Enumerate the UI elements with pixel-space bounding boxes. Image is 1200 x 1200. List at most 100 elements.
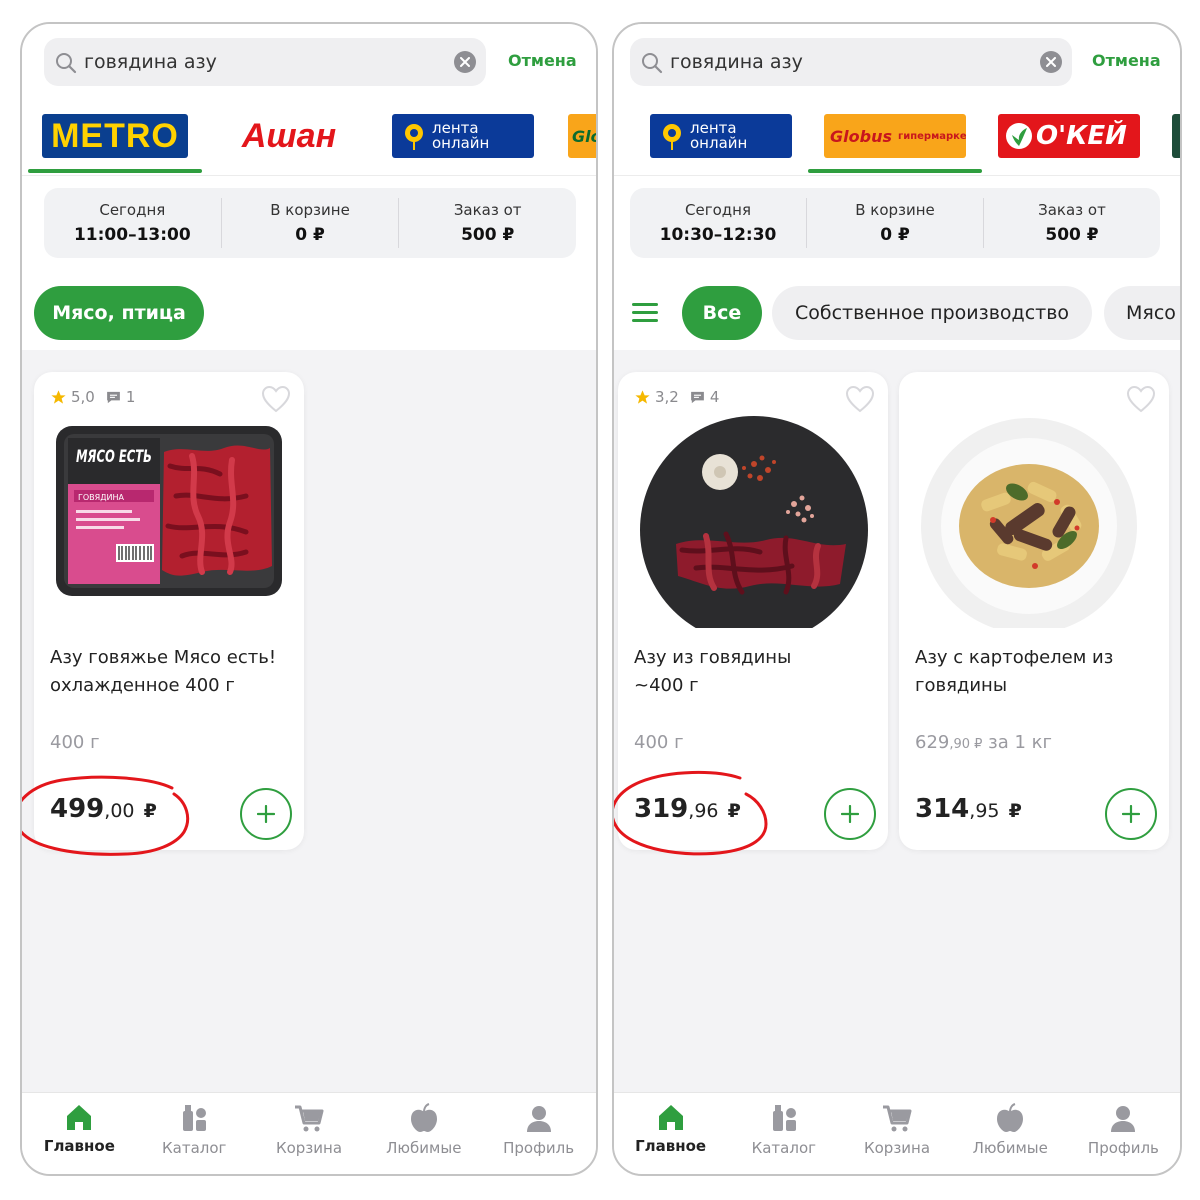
phone-screen-right: говядина азу Отмена лента онлайн Globus … — [612, 22, 1182, 1176]
info-label: Заказ от — [453, 201, 522, 219]
category-chip-meat[interactable]: Мясо, птица — [34, 286, 204, 340]
heart-icon[interactable] — [1125, 384, 1157, 414]
category-chip-all[interactable]: Все — [682, 286, 762, 340]
info-value: 0 ₽ — [295, 225, 325, 245]
delivery-info: Сегодня 10:30–12:30 В корзине 0 ₽ Заказ от… — [630, 188, 1160, 258]
heart-icon[interactable] — [844, 384, 876, 414]
tab-catalog[interactable]: Каталог — [137, 1093, 252, 1174]
product-image-raw-beef — [640, 416, 868, 628]
bottom-tab-bar: Главное Каталог Корзина Любимые Профиль — [614, 1092, 1180, 1174]
pack-line: ГОВЯДИНА — [78, 493, 124, 502]
store-logo-okey[interactable]: О'КЕЙ — [998, 114, 1140, 158]
tab-home[interactable]: Главное — [22, 1093, 137, 1174]
product-name[interactable]: Азу говяжье Мясо есть! охлажденное 400 г — [50, 644, 294, 700]
store-name: METRO — [51, 116, 179, 155]
tab-label: Профиль — [1087, 1139, 1159, 1157]
cart-icon — [294, 1105, 324, 1132]
info-value: 500 ₽ — [1045, 225, 1099, 245]
home-icon — [658, 1105, 683, 1130]
store-logo-globus[interactable]: Globus — [568, 114, 596, 158]
add-to-cart-button[interactable] — [824, 788, 876, 840]
search-input[interactable]: говядина азу — [44, 38, 486, 86]
store-subtitle: гипермаркет — [897, 130, 966, 142]
plus-icon — [257, 805, 275, 823]
info-value: 10:30–12:30 — [659, 225, 777, 245]
unit-price-kopecks: ,90 ₽ — [949, 737, 983, 752]
store-logo-globus[interactable]: Globus гипермаркет — [824, 114, 966, 158]
catalog-icon — [772, 1105, 796, 1131]
product-rating: 5,0 1 — [50, 388, 135, 406]
tab-label: Корзина — [863, 1139, 931, 1157]
info-value: 11:00–13:00 — [73, 225, 191, 245]
clear-search-icon[interactable] — [1040, 51, 1062, 73]
store-logo-lenta[interactable]: лента онлайн — [392, 114, 534, 158]
currency-symbol: ₽ — [143, 800, 157, 822]
info-label: Сегодня — [99, 201, 166, 219]
clear-search-icon[interactable] — [454, 51, 476, 73]
search-icon — [56, 53, 77, 74]
chip-label: Собственное производство — [794, 302, 1070, 324]
store-logo-metro[interactable]: METRO — [42, 114, 188, 158]
product-unit-price: 629,90 ₽ за 1 кг — [915, 732, 1052, 753]
pack-brand: МЯСО ЕСТЬ — [76, 447, 152, 467]
tab-cart[interactable]: Корзина — [252, 1093, 367, 1174]
home-icon — [67, 1105, 92, 1130]
tab-label: Корзина — [275, 1139, 343, 1157]
product-name[interactable]: Азу из говядины ~400 г — [634, 644, 834, 700]
rating-value: 5,0 — [71, 388, 95, 406]
tab-profile[interactable]: Профиль — [481, 1093, 596, 1174]
info-value: 500 ₽ — [461, 225, 515, 245]
store-name: лента онлайн — [690, 119, 748, 152]
tab-catalog[interactable]: Каталог — [727, 1093, 840, 1174]
product-price: 319,96 ₽ — [634, 794, 741, 824]
catalog-icon — [183, 1105, 207, 1131]
header-area: говядина азу Отмена METRO Ашан лента онл… — [22, 24, 596, 350]
product-card[interactable]: Азу с картофелем из говядины 629,90 ₽ за… — [899, 372, 1169, 850]
menu-icon[interactable] — [632, 302, 660, 324]
cancel-button[interactable]: Отмена — [508, 51, 577, 70]
chip-label: Мясо — [1126, 302, 1176, 324]
cart-total: В корзине 0 ₽ — [222, 198, 400, 248]
store-logo-lenta[interactable]: лента онлайн — [650, 114, 792, 158]
phone-screen-left: говядина азу Отмена METRO Ашан лента онл… — [20, 22, 598, 1176]
header-area: говядина азу Отмена лента онлайн Globus … — [614, 24, 1180, 350]
tab-label: Главное — [635, 1137, 707, 1155]
tab-favorites[interactable]: Любимые — [366, 1093, 481, 1174]
product-card[interactable]: 3,2 4 Азу из говядины ~400 г 400 г 319,9… — [618, 372, 888, 850]
add-to-cart-button[interactable] — [240, 788, 292, 840]
tab-label: Каталог — [751, 1139, 817, 1157]
store-name: лента онлайн — [432, 119, 490, 152]
heart-icon[interactable] — [260, 384, 292, 414]
store-logo-auchan[interactable]: Ашан — [230, 114, 348, 158]
product-image-meat-tray: МЯСО ЕСТЬ ГОВЯДИНА — [56, 426, 282, 596]
tab-profile[interactable]: Профиль — [1067, 1093, 1180, 1174]
price-kopecks: ,00 — [104, 800, 135, 822]
info-label: Заказ от — [1038, 201, 1106, 219]
review-count: 1 — [125, 388, 136, 406]
category-chip-own-production[interactable]: Собственное производство — [772, 286, 1092, 340]
comment-icon — [690, 391, 704, 403]
tab-favorites[interactable]: Любимые — [954, 1093, 1067, 1174]
tab-label: Любимые — [972, 1139, 1048, 1157]
category-chip-meat[interactable]: Мясо — [1104, 286, 1180, 340]
currency-symbol: ₽ — [1008, 800, 1022, 822]
store-name: Globus — [572, 126, 596, 146]
apple-icon — [997, 1103, 1024, 1132]
product-card[interactable]: 5,0 1 МЯСО ЕСТЬ ГОВЯДИНА Азу говяжье Мяс… — [34, 372, 304, 850]
info-label: Сегодня — [685, 201, 751, 219]
store-name: Ашан — [241, 116, 337, 155]
leaf-icon — [1006, 123, 1032, 149]
cart-icon — [883, 1105, 912, 1132]
add-to-cart-button[interactable] — [1105, 788, 1157, 840]
store-logo-next[interactable] — [1172, 114, 1180, 158]
plus-icon — [841, 805, 859, 823]
tab-label: Профиль — [503, 1139, 575, 1157]
search-input[interactable]: говядина азу — [630, 38, 1072, 86]
plus-icon — [1122, 805, 1140, 823]
profile-icon — [1111, 1106, 1136, 1132]
cancel-button[interactable]: Отмена — [1092, 51, 1161, 70]
product-name[interactable]: Азу с картофелем из говядины — [915, 644, 1135, 700]
price-rubles: 319 — [634, 794, 689, 824]
tab-cart[interactable]: Корзина — [840, 1093, 953, 1174]
tab-home[interactable]: Главное — [614, 1093, 727, 1174]
